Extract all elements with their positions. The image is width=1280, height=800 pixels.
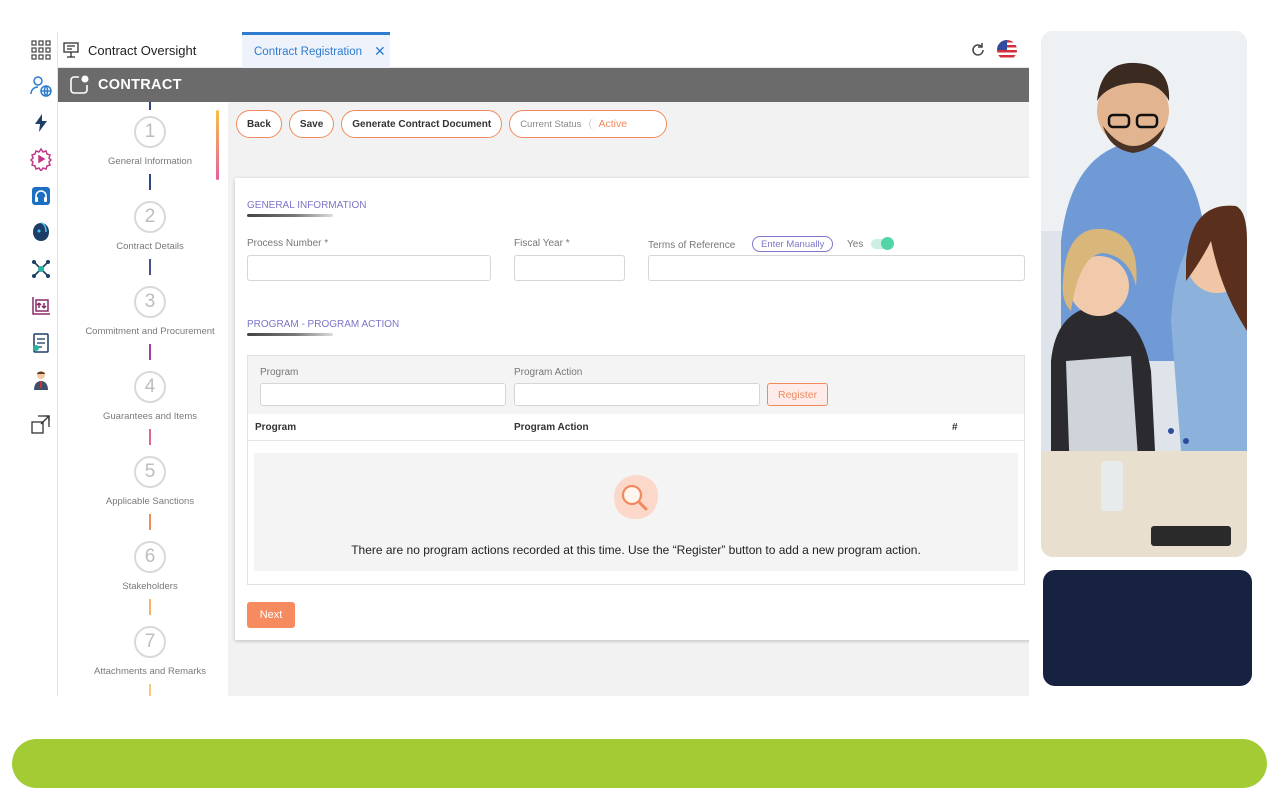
column-program-action[interactable]: Program Action	[514, 422, 589, 433]
app-window: Contract Oversight Contract Registration…	[24, 32, 1029, 696]
register-button[interactable]: Register	[767, 383, 829, 406]
process-number-input[interactable]	[247, 255, 491, 281]
enter-manually-button[interactable]: Enter Manually	[752, 236, 834, 252]
step-4-label[interactable]: Guarantees and Items	[58, 411, 228, 422]
section-underline	[247, 214, 333, 217]
green-banner	[12, 739, 1267, 788]
step-1-circle[interactable]: 1	[134, 116, 166, 148]
toggle-knob	[881, 237, 894, 250]
app-title-group: Contract Oversight	[62, 32, 196, 68]
step-4-circle[interactable]: 4	[134, 371, 166, 403]
step-connector	[149, 514, 151, 530]
module-title: CONTRACT	[98, 77, 182, 93]
app-title: Contract Oversight	[88, 42, 197, 58]
generate-document-button[interactable]: Generate Contract Document	[341, 110, 503, 138]
active-step-indicator	[216, 110, 219, 180]
save-button[interactable]: Save	[288, 110, 335, 138]
presentation-board-icon	[63, 42, 79, 58]
step-connector	[149, 599, 151, 615]
toggle-label: Yes	[847, 239, 864, 250]
general-section-title: GENERAL INFORMATION	[247, 200, 367, 211]
fiscal-year-input[interactable]	[514, 255, 625, 281]
fiscal-year-label: Fiscal Year *	[514, 238, 570, 249]
step-connector	[149, 684, 151, 696]
tab-label: Contract Registration	[254, 45, 363, 58]
chart-exchange-icon[interactable]	[27, 292, 55, 320]
module-header: CONTRACT	[58, 68, 1029, 102]
program-input[interactable]	[260, 383, 506, 406]
action-toolbar: Back Save Generate Contract Document Cur…	[236, 110, 668, 138]
headset-icon[interactable]	[27, 182, 55, 210]
team-photo	[1041, 31, 1247, 557]
contract-module-icon	[70, 75, 89, 94]
step-3-label[interactable]: Commitment and Procurement	[58, 326, 228, 337]
us-flag-icon[interactable]	[997, 40, 1017, 60]
process-number-label: Process Number *	[247, 238, 329, 249]
step-3-circle[interactable]: 3	[134, 286, 166, 318]
magnifier-icon	[614, 475, 658, 519]
robot-icon[interactable]	[27, 218, 55, 246]
stepper: 1 General Information 2 Contract Details…	[58, 102, 228, 696]
step-connector	[149, 102, 151, 110]
step-5-label[interactable]: Applicable Sanctions	[58, 496, 228, 507]
step-7-label[interactable]: Attachments and Remarks	[58, 666, 228, 677]
terms-of-reference-input[interactable]	[648, 255, 1025, 281]
page: Contract Oversight Contract Registration…	[0, 0, 1280, 800]
terms-toggle[interactable]	[871, 237, 894, 250]
step-2-circle[interactable]: 2	[134, 201, 166, 233]
terms-of-reference-label: Terms of Reference	[648, 240, 736, 251]
program-action-label: Program Action	[514, 367, 583, 378]
step-7-circle[interactable]: 7	[134, 626, 166, 658]
table-header: Program Program Action #	[248, 414, 1024, 441]
document-icon[interactable]	[27, 329, 55, 357]
navy-card	[1043, 570, 1252, 686]
gear-play-icon[interactable]	[27, 145, 55, 173]
status-value: Active	[589, 118, 627, 130]
user-globe-icon[interactable]	[27, 72, 55, 100]
top-bar: Contract Oversight Contract Registration…	[58, 32, 1029, 68]
step-connector	[149, 344, 151, 360]
next-button[interactable]: Next	[247, 602, 295, 628]
section-underline	[247, 333, 333, 336]
empty-state-message: There are no program actions recorded at…	[351, 543, 921, 557]
form-card: GENERAL INFORMATION Process Number * Fis…	[235, 178, 1029, 640]
program-section-title: PROGRAM - PROGRAM ACTION	[247, 319, 400, 330]
status-badge: Current Status Active	[509, 110, 668, 138]
back-button[interactable]: Back	[236, 110, 282, 138]
program-label: Program	[260, 367, 299, 378]
grid-icon[interactable]	[27, 36, 55, 64]
icon-rail	[24, 32, 58, 696]
expand-window-icon[interactable]	[27, 410, 55, 438]
step-6-circle[interactable]: 6	[134, 541, 166, 573]
refresh-icon[interactable]	[969, 41, 987, 59]
main-content: Back Save Generate Contract Document Cur…	[228, 102, 1029, 696]
step-5-circle[interactable]: 5	[134, 456, 166, 488]
person-icon[interactable]	[27, 366, 55, 394]
program-action-input[interactable]	[514, 383, 760, 406]
column-program[interactable]: Program	[255, 422, 296, 433]
close-icon[interactable]: ✕	[374, 43, 386, 60]
lightning-icon[interactable]	[27, 109, 55, 137]
step-1-label[interactable]: General Information	[58, 156, 228, 167]
table-body: There are no program actions recorded at…	[248, 441, 1024, 584]
empty-state: There are no program actions recorded at…	[254, 453, 1018, 571]
network-icon[interactable]	[27, 255, 55, 283]
step-6-label[interactable]: Stakeholders	[58, 581, 228, 592]
program-panel: Program Program Action Register Program …	[247, 355, 1025, 585]
step-2-label[interactable]: Contract Details	[58, 241, 228, 252]
team-photo-illustration	[1041, 31, 1247, 557]
column-actions: #	[952, 422, 958, 433]
status-label: Current Status	[520, 118, 582, 130]
tab-contract-registration[interactable]: Contract Registration ✕	[242, 32, 390, 68]
step-connector	[149, 174, 151, 190]
step-connector	[149, 259, 151, 275]
step-connector	[149, 429, 151, 445]
